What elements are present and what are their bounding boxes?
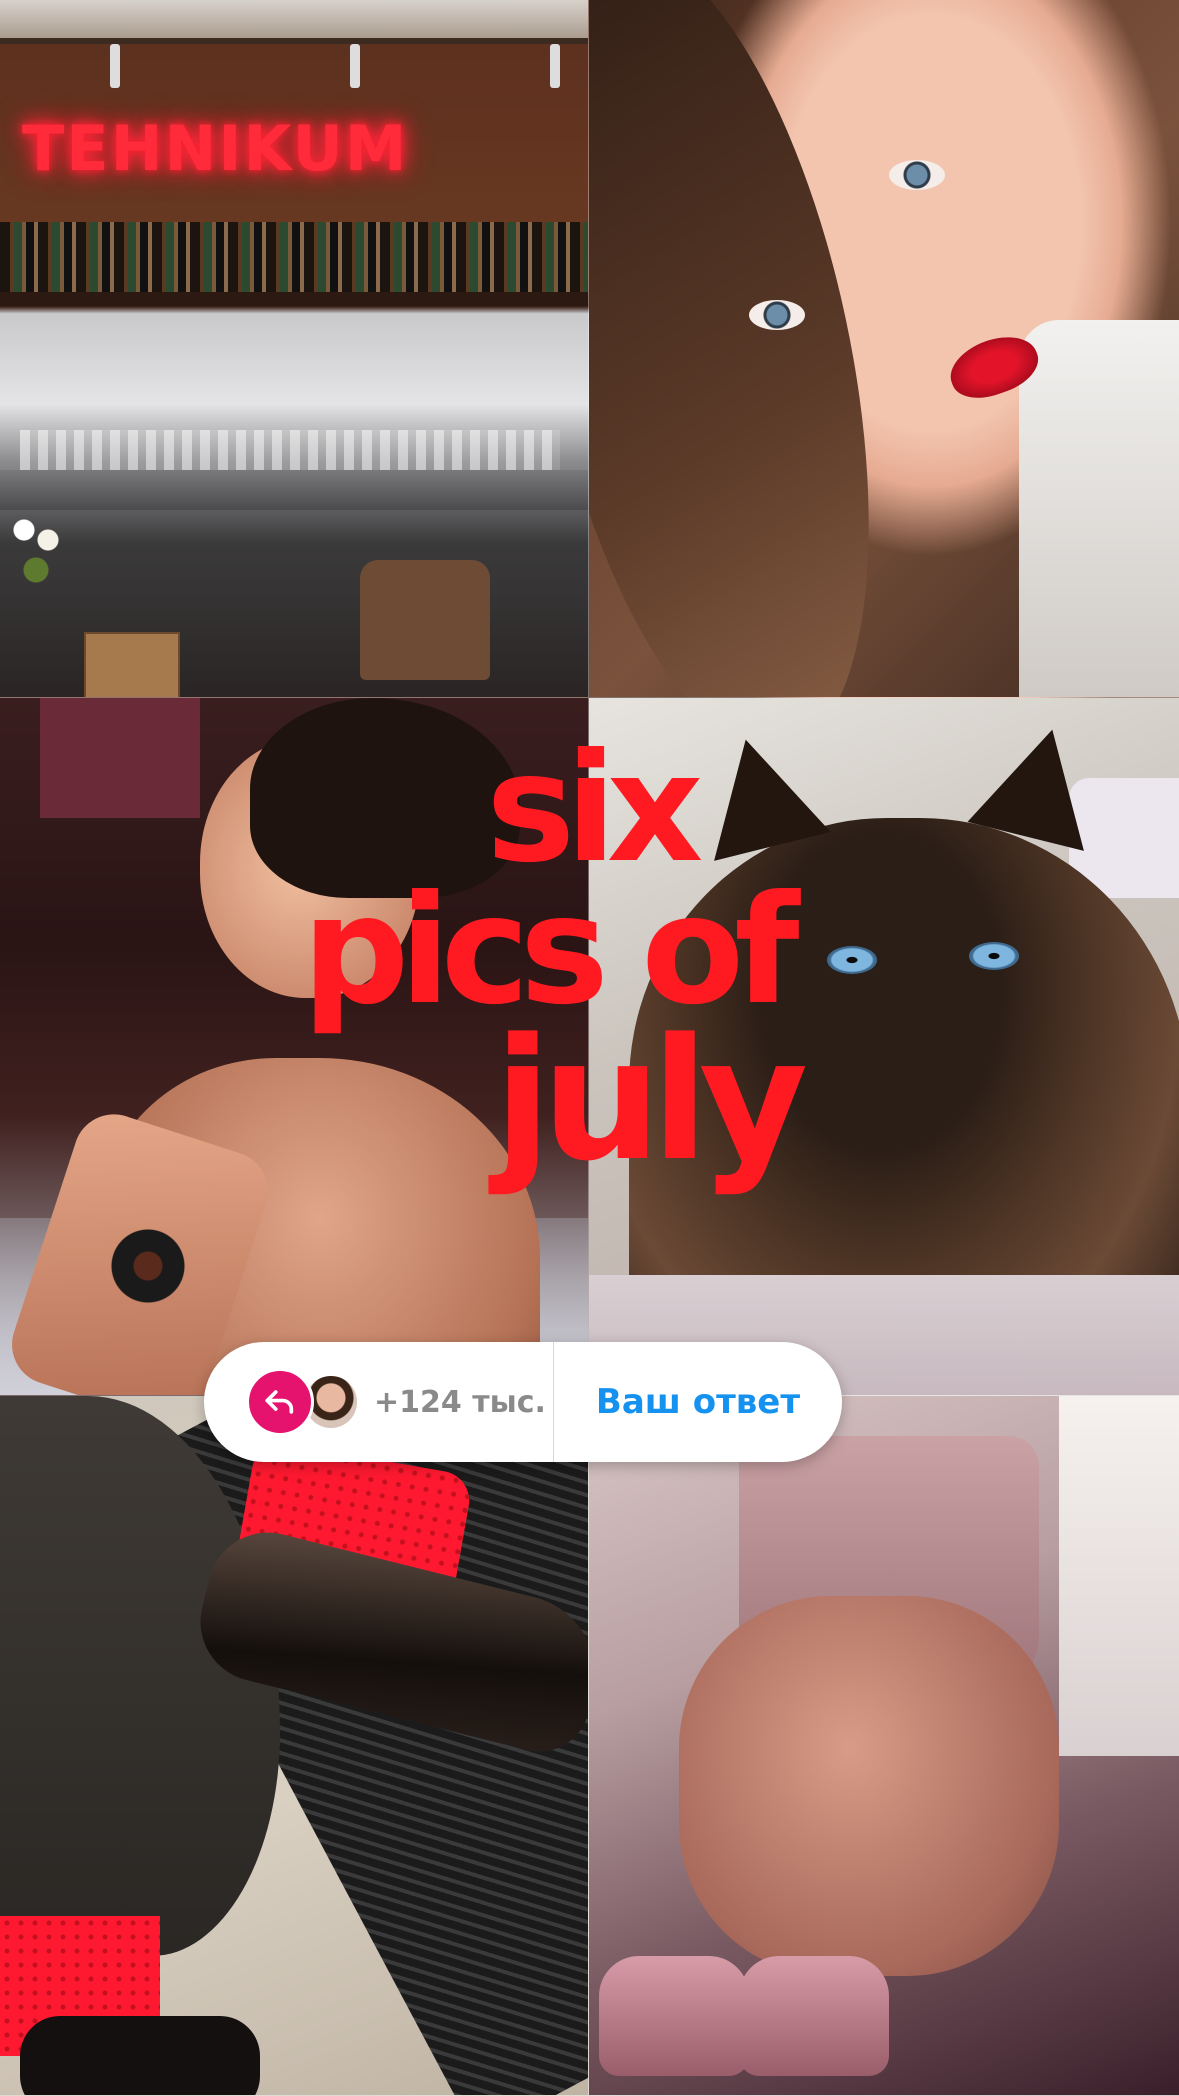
eye (889, 160, 945, 190)
wooden-box (84, 632, 180, 697)
loafer (20, 2016, 260, 2095)
photo-pink (589, 1396, 1179, 2096)
story-reply-bar: +124 тыс. Ваш ответ (204, 1342, 842, 1462)
chair (360, 560, 490, 680)
spotlight-icon (110, 44, 120, 88)
reply-count: +124 тыс. (374, 1384, 546, 1420)
eye (749, 300, 805, 330)
shirt (1019, 320, 1179, 697)
ceiling (0, 0, 588, 40)
photo-bar: TEHNIKUM (0, 0, 589, 698)
photo-man (0, 698, 589, 1396)
flowers (6, 500, 66, 600)
watch-icon (110, 1228, 186, 1304)
poster (40, 698, 200, 818)
legs (679, 1596, 1059, 1976)
bar-counter (0, 470, 588, 510)
cat-eye (827, 946, 877, 974)
window (1059, 1396, 1179, 1756)
platform-heel (599, 1956, 749, 2076)
shelf (0, 292, 588, 306)
spotlight-icon (550, 44, 560, 88)
photo-selfie (589, 0, 1179, 698)
photo-collage: TEHNIKUM (0, 0, 1179, 2096)
light-rail (0, 38, 588, 44)
spotlight-icon (350, 44, 360, 88)
photo-socks (0, 1396, 589, 2096)
reply-arrow-icon[interactable] (246, 1368, 314, 1436)
hair (589, 0, 931, 697)
glasses-row (20, 430, 560, 470)
replies-summary[interactable]: +124 тыс. (204, 1342, 554, 1462)
cat-eye (969, 942, 1019, 970)
bottle-shelf (0, 222, 588, 294)
photo-cat (589, 698, 1179, 1396)
hair (250, 698, 520, 898)
platform-heel (739, 1956, 889, 2076)
your-reply-button[interactable]: Ваш ответ (554, 1382, 842, 1422)
neon-sign: TEHNIKUM (22, 112, 409, 185)
